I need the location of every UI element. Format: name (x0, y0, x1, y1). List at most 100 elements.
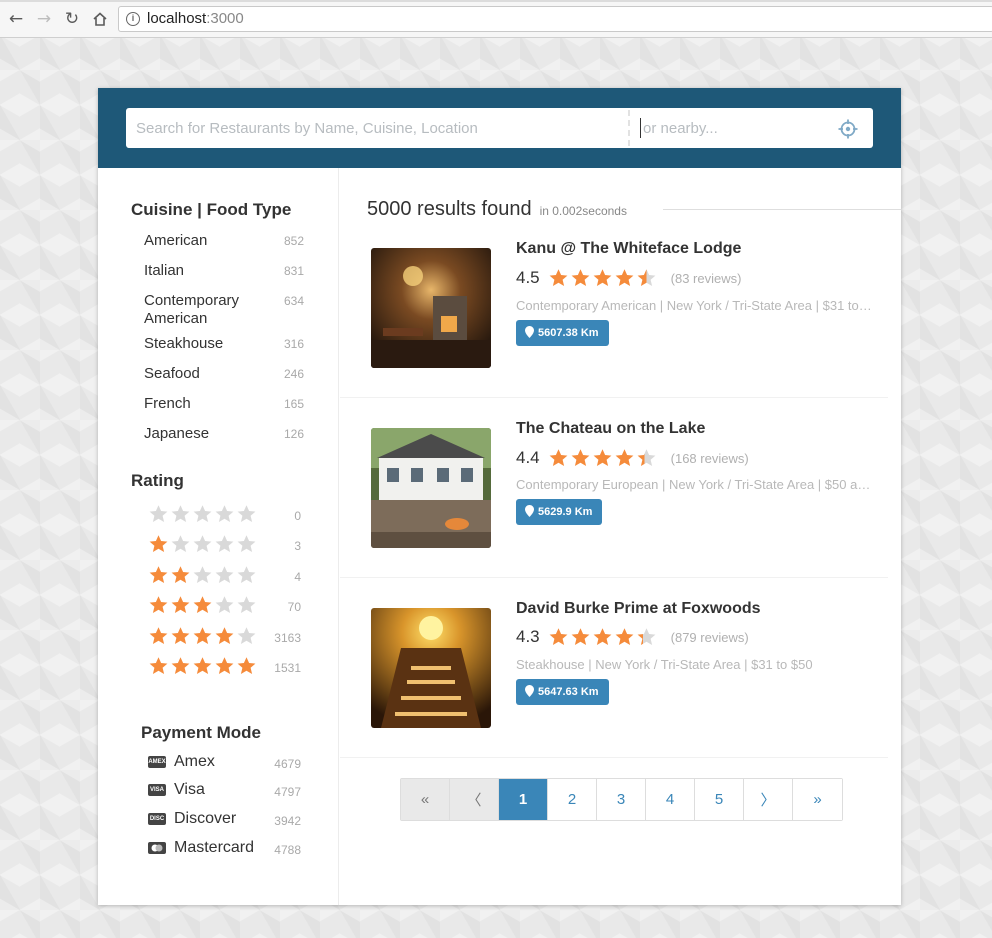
facet-count: 831 (283, 264, 304, 278)
restaurant-meta: Contemporary European | New York / Tri-S… (516, 477, 872, 492)
address-bar[interactable]: i localhost:3000 (118, 6, 992, 32)
star-rating (148, 565, 257, 585)
restaurant-photo[interactable] (371, 608, 491, 728)
cuisine-facet-japanese[interactable]: Japanese 126 (144, 425, 304, 443)
map-pin-icon (525, 685, 534, 697)
restaurant-name[interactable]: David Burke Prime at Foxwoods (516, 600, 761, 618)
facet-count: 3163 (274, 631, 301, 645)
star-rating (148, 595, 257, 615)
star-empty-icon (171, 505, 190, 522)
rating-facet-3[interactable]: 70 (148, 595, 301, 617)
rating-facet-5[interactable]: 1531 (148, 656, 301, 678)
star-empty-icon (171, 535, 190, 552)
rating-facet-1[interactable]: 3 (148, 534, 301, 556)
facet-count: 634 (283, 294, 304, 308)
distance-badge: 5647.63 Km (516, 679, 609, 705)
payment-facet-amex[interactable]: AMEX Amex 4679 (148, 753, 301, 773)
star-filled-icon (549, 449, 568, 466)
review-count: (83 reviews) (670, 270, 742, 286)
cuisine-facet-contemporary-american[interactable]: Contemporary American 634 (144, 292, 304, 328)
cuisine-facet-american[interactable]: American 852 (144, 232, 304, 250)
review-count: (879 reviews) (670, 629, 749, 645)
star-filled-icon (193, 657, 212, 674)
restaurant-name[interactable]: Kanu @ The Whiteface Lodge (516, 240, 741, 258)
filter-sidebar: Cuisine | Food Type American 852 Italian… (98, 168, 339, 905)
payment-facet-mastercard[interactable]: Mastercard 4788 (148, 839, 301, 859)
star-filled-icon (549, 628, 568, 645)
payment-facet-discover[interactable]: DISC Discover 3942 (148, 810, 301, 830)
amex-card-icon: AMEX (148, 756, 166, 768)
facet-count: 70 (287, 600, 301, 614)
facet-count: 4797 (274, 785, 301, 799)
distance-badge: 5629.9 Km (516, 499, 603, 525)
star-empty-icon (237, 566, 256, 583)
restaurant-search-input[interactable] (126, 108, 628, 148)
locate-me-icon[interactable] (838, 119, 858, 139)
restaurant-name[interactable]: The Chateau on the Lake (516, 420, 705, 438)
star-empty-icon (237, 596, 256, 613)
result-item[interactable]: The Chateau on the Lake 4.4 (168 reviews… (340, 398, 888, 578)
page-button-2[interactable]: 2 (548, 779, 597, 820)
cuisine-facet-italian[interactable]: Italian 831 (144, 262, 304, 280)
first-page-button[interactable]: « (401, 779, 450, 820)
star-filled-icon (149, 657, 168, 674)
result-item[interactable]: Kanu @ The Whiteface Lodge 4.5 (83 revie… (340, 218, 888, 398)
summary-divider (663, 209, 901, 210)
discover-card-icon: DISC (148, 813, 166, 825)
prev-page-button[interactable]: 〈 (450, 779, 499, 820)
map-pin-icon (525, 505, 534, 517)
results-time: in 0.002seconds (539, 204, 627, 218)
star-filled-icon (593, 269, 612, 286)
facet-count: 316 (283, 337, 304, 351)
restaurant-photo[interactable] (371, 428, 491, 548)
page-button-1[interactable]: 1 (499, 779, 548, 820)
facet-label: French (144, 395, 191, 412)
rating-facet-2[interactable]: 4 (148, 565, 301, 587)
result-item[interactable]: David Burke Prime at Foxwoods 4.3 (879 r… (340, 578, 888, 758)
star-empty-icon (215, 596, 234, 613)
facet-label: Contemporary American (144, 292, 240, 327)
star-empty-icon (193, 566, 212, 583)
page-button-3[interactable]: 3 (597, 779, 646, 820)
cuisine-facet-french[interactable]: French 165 (144, 395, 304, 413)
page-button-4[interactable]: 4 (646, 779, 695, 820)
restaurant-rating: 4.3 (879 reviews) (516, 627, 749, 647)
rating-facet-4[interactable]: 3163 (148, 626, 301, 648)
star-filled-icon (615, 449, 634, 466)
facet-label: Steakhouse (144, 335, 224, 352)
rating-score: 4.5 (516, 268, 540, 287)
reload-icon[interactable]: ↻ (62, 9, 82, 29)
star-empty-icon (237, 627, 256, 644)
restaurant-meta: Contemporary American | New York / Tri-S… (516, 298, 872, 313)
page-button-5[interactable]: 5 (695, 779, 744, 820)
rating-facet-0[interactable]: 0 (148, 504, 301, 526)
back-icon[interactable]: ← (6, 9, 26, 29)
facet-count: 246 (283, 367, 304, 381)
restaurant-meta: Steakhouse | New York / Tri-State Area |… (516, 657, 813, 672)
payment-label: Discover (174, 810, 237, 827)
star-filled-icon (171, 657, 190, 674)
home-icon[interactable] (90, 9, 110, 29)
payment-facet-visa[interactable]: VISA Visa 4797 (148, 781, 301, 801)
cuisine-facet-steakhouse[interactable]: Steakhouse 316 (144, 335, 304, 353)
nearby-location-input[interactable] (640, 118, 830, 138)
forward-icon[interactable]: → (34, 9, 54, 29)
star-filled-icon (171, 627, 190, 644)
star-filled-icon (593, 449, 612, 466)
search-box (126, 108, 873, 148)
distance-value: 5629.9 Km (538, 506, 593, 518)
facet-count: 3942 (274, 814, 301, 828)
info-icon[interactable]: i (126, 12, 140, 26)
star-empty-icon (215, 535, 234, 552)
cuisine-facet-seafood[interactable]: Seafood 246 (144, 365, 304, 383)
last-page-button[interactable]: » (793, 779, 842, 820)
facet-count: 1531 (274, 661, 301, 675)
url-port: :3000 (206, 10, 244, 27)
star-filled-icon (237, 657, 256, 674)
search-divider (628, 110, 630, 146)
next-page-button[interactable]: 〉 (744, 779, 793, 820)
restaurant-photo[interactable] (371, 248, 491, 368)
results-count: 5000 results found (367, 198, 532, 220)
rating-score: 4.3 (516, 627, 540, 646)
facet-count: 4788 (274, 843, 301, 857)
